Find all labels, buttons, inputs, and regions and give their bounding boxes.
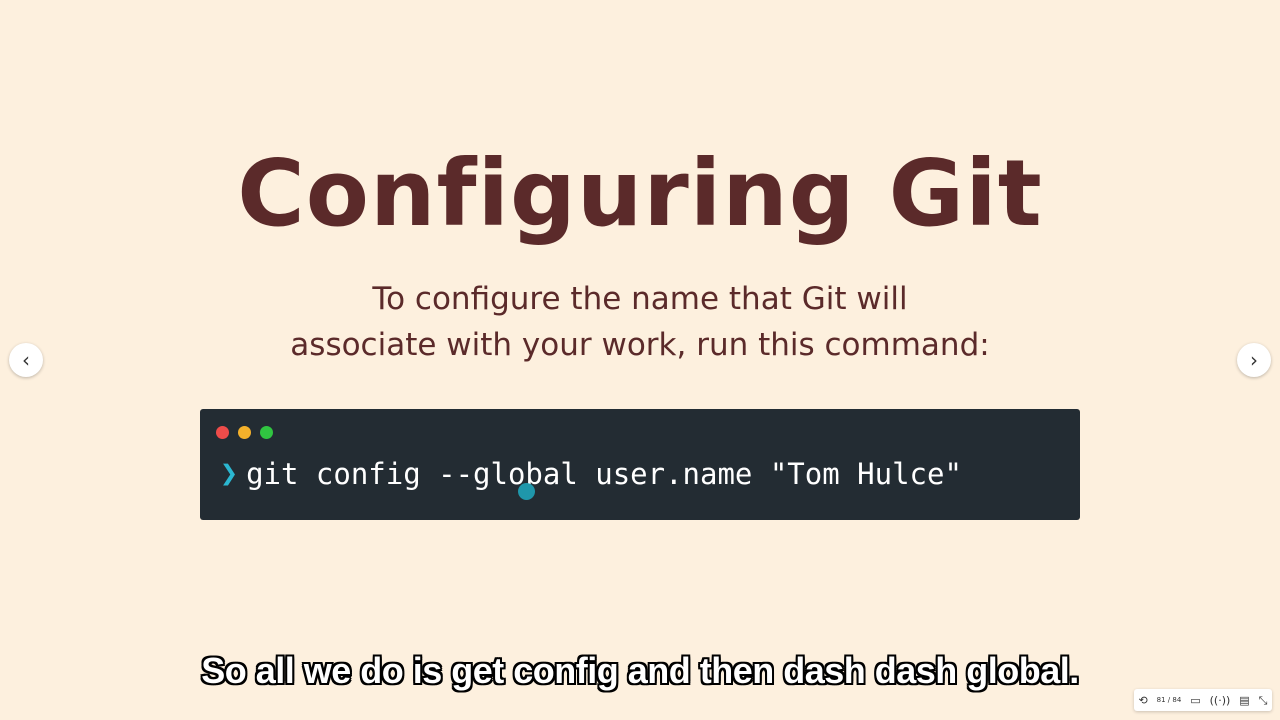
prompt-icon: ❯ (220, 456, 239, 491)
terminal-window: ❯ git config --global user.name "Tom Hul… (200, 409, 1080, 520)
slide: Configuring Git To configure the name th… (0, 0, 1280, 720)
minimize-dot-icon (238, 426, 251, 439)
page-indicator: 81 / 84 (1156, 696, 1182, 704)
chevron-right-icon: › (1250, 348, 1258, 372)
previous-slide-button[interactable]: ‹ (9, 343, 43, 377)
mouse-cursor-icon (518, 483, 535, 500)
broadcast-icon[interactable]: ((·)) (1210, 695, 1231, 706)
video-caption: So all we do is get config and then dash… (201, 650, 1079, 691)
terminal-command-line: ❯ git config --global user.name "Tom Hul… (220, 456, 962, 491)
subtitle-line-1: To configure the name that Git will (372, 281, 908, 317)
collapse-icon[interactable]: ⤡ (1259, 695, 1268, 706)
window-icon[interactable]: ▭ (1190, 695, 1200, 706)
slide-subtitle: To configure the name that Git will asso… (0, 276, 1280, 368)
chevron-left-icon: ‹ (22, 348, 30, 372)
next-slide-button[interactable]: › (1237, 343, 1271, 377)
maximize-dot-icon (260, 426, 273, 439)
slide-title: Configuring Git (237, 140, 1043, 247)
caption-icon[interactable]: ▤ (1239, 695, 1249, 706)
window-controls (216, 426, 273, 439)
rotate-icon[interactable]: ⟲ (1138, 695, 1147, 706)
slide-toolbar: ⟲ 81 / 84 ▭ ((·)) ▤ ⤡ (1134, 689, 1272, 711)
close-dot-icon (216, 426, 229, 439)
subtitle-line-2: associate with your work, run this comma… (290, 327, 990, 363)
command-text: git config --global user.name "Tom Hulce… (246, 456, 962, 491)
